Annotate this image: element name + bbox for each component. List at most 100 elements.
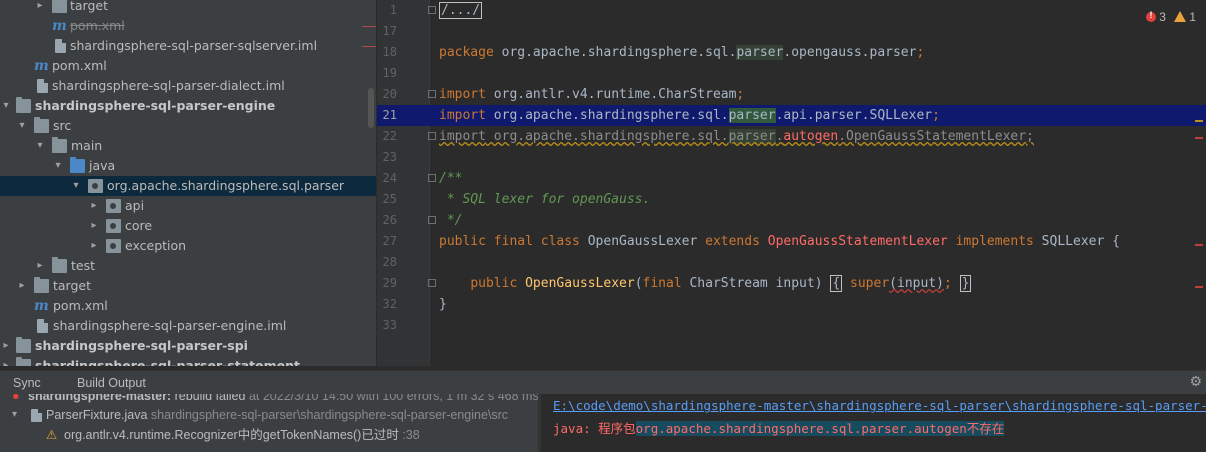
chevron-down-icon[interactable]: ▾ bbox=[70, 176, 82, 196]
folded-body-close[interactable]: } bbox=[959, 275, 972, 292]
tree-item-parser-statement[interactable]: ▸ shardingsphere-sql-parser-statement bbox=[0, 356, 376, 366]
line-number: 33 bbox=[382, 318, 397, 332]
tab-build-output[interactable]: Build Output bbox=[77, 371, 146, 395]
tree-item-target[interactable]: ▸ target bbox=[0, 0, 376, 16]
code-line[interactable]: 24 /** bbox=[377, 168, 1206, 189]
tree-item-target[interactable]: ▸ target bbox=[0, 276, 376, 296]
change-marker bbox=[362, 46, 376, 47]
tree-item-main[interactable]: ▾ main bbox=[0, 136, 376, 156]
package-icon bbox=[106, 199, 121, 213]
line-number: 17 bbox=[382, 24, 397, 38]
chevron-right-icon[interactable]: ▸ bbox=[34, 0, 46, 16]
chevron-down-icon[interactable]: ▾ bbox=[0, 96, 12, 116]
fold-minus-icon[interactable] bbox=[428, 90, 436, 98]
tree-item-src[interactable]: ▾ src bbox=[0, 116, 376, 136]
tree-item-package-parser[interactable]: ▾ org.apache.shardingsphere.sql.parser bbox=[0, 176, 376, 196]
code-line[interactable]: 32 } bbox=[377, 294, 1206, 315]
error-stripe[interactable] bbox=[1195, 137, 1203, 139]
folder-icon bbox=[34, 117, 49, 133]
fold-minus-icon[interactable] bbox=[428, 174, 436, 182]
tree-item-pom-xml[interactable]: m pom.xml bbox=[0, 296, 376, 316]
line-number: 26 bbox=[382, 213, 397, 227]
code-line[interactable]: 20 import org.antlr.v4.runtime.CharStrea… bbox=[377, 84, 1206, 105]
source-path-link[interactable]: E:\code\demo\shardingsphere-master\shard… bbox=[553, 398, 1206, 413]
warning-stripe[interactable] bbox=[1195, 120, 1203, 122]
folded-body-open[interactable]: { bbox=[830, 275, 843, 292]
line-number: 28 bbox=[382, 255, 397, 269]
fold-plus-icon[interactable] bbox=[428, 279, 436, 287]
error-count[interactable]: 3 bbox=[1145, 10, 1166, 24]
code-line-current[interactable]: 21 import org.apache.shardingsphere.sql.… bbox=[377, 105, 1206, 126]
project-tree: ▸ target m pom.xml shardingsphere-sql-pa… bbox=[0, 0, 376, 366]
build-file-row[interactable]: ▾ ParserFixture.java shardingsphere-sql-… bbox=[0, 405, 538, 425]
build-toolwindow-header: Sync Build Output ⚙ bbox=[0, 370, 1206, 395]
code-line[interactable]: 28 bbox=[377, 252, 1206, 273]
code-line[interactable]: 25 * SQL lexer for openGauss. bbox=[377, 189, 1206, 210]
build-console[interactable]: E:\code\demo\shardingsphere-master\shard… bbox=[541, 394, 1206, 452]
maven-icon: m bbox=[52, 18, 67, 34]
code-line[interactable]: 23 bbox=[377, 147, 1206, 168]
code-line[interactable]: 17 bbox=[377, 21, 1206, 42]
tree-item-pom-xml[interactable]: m pom.xml bbox=[0, 16, 376, 36]
chevron-right-icon[interactable]: ▸ bbox=[34, 256, 46, 276]
code-line[interactable]: 27 public final class OpenGaussLexer ext… bbox=[377, 231, 1206, 252]
line-number: 20 bbox=[382, 87, 397, 101]
folded-header[interactable]: /.../ bbox=[439, 2, 483, 19]
tree-scrollbar[interactable] bbox=[368, 88, 374, 128]
error-stripe[interactable] bbox=[1195, 286, 1203, 288]
inspection-widget[interactable]: 3 1 bbox=[1145, 10, 1196, 24]
chevron-right-icon[interactable]: ▸ bbox=[88, 236, 100, 256]
tree-item-java[interactable]: ▾ java bbox=[0, 156, 376, 176]
chevron-down-icon[interactable]: ▾ bbox=[34, 136, 46, 156]
tree-item-pom-xml[interactable]: m pom.xml bbox=[0, 56, 376, 76]
chevron-right-icon[interactable]: ▸ bbox=[0, 336, 12, 356]
tab-sync[interactable]: Sync bbox=[13, 371, 41, 395]
gear-icon[interactable]: ⚙ bbox=[1189, 374, 1202, 390]
tree-item-sqlserver-iml[interactable]: shardingsphere-sql-parser-sqlserver.iml bbox=[0, 36, 376, 56]
code-line[interactable]: 33 bbox=[377, 315, 1206, 336]
code-line[interactable]: 1 /.../ bbox=[377, 0, 1206, 21]
editor-scrollbar[interactable] bbox=[1192, 0, 1206, 366]
error-stripe[interactable] bbox=[1195, 244, 1203, 246]
tree-item-api[interactable]: ▸ api bbox=[0, 196, 376, 216]
fold-plus-icon[interactable] bbox=[428, 6, 436, 14]
tree-item-exception[interactable]: ▸ exception bbox=[0, 236, 376, 256]
module-folder-icon bbox=[16, 337, 31, 353]
chevron-down-icon[interactable]: ▾ bbox=[52, 156, 64, 176]
tree-item-parser-spi[interactable]: ▸ shardingsphere-sql-parser-spi bbox=[0, 336, 376, 356]
fold-minus-icon[interactable] bbox=[428, 132, 436, 140]
folder-icon bbox=[52, 137, 67, 153]
code-editor[interactable]: 1 /.../ 17 18 package org.apache.shardin… bbox=[377, 0, 1206, 366]
source-folder-icon bbox=[70, 157, 85, 173]
chevron-right-icon[interactable]: ▸ bbox=[0, 356, 12, 366]
folder-icon bbox=[52, 0, 67, 13]
java-file-icon bbox=[31, 409, 42, 422]
line-number: 21 bbox=[382, 108, 397, 122]
code-line[interactable]: 29 public OpenGaussLexer(final CharStrea… bbox=[377, 273, 1206, 294]
tree-item-parser-engine[interactable]: ▾ shardingsphere-sql-parser-engine bbox=[0, 96, 376, 116]
change-marker bbox=[362, 26, 376, 27]
maven-icon: m bbox=[34, 298, 49, 314]
package-icon bbox=[106, 239, 121, 253]
chevron-right-icon[interactable]: ▸ bbox=[88, 216, 100, 236]
tree-item-engine-iml[interactable]: shardingsphere-sql-parser-engine.iml bbox=[0, 316, 376, 336]
chevron-right-icon[interactable]: ▸ bbox=[16, 276, 28, 296]
code-line[interactable]: 18 package org.apache.shardingsphere.sql… bbox=[377, 42, 1206, 63]
line-number: 24 bbox=[382, 171, 397, 185]
line-number: 27 bbox=[382, 234, 397, 248]
build-warning-row[interactable]: ⚠ org.antlr.v4.runtime.Recognizer中的getTo… bbox=[0, 425, 538, 445]
fold-minus-icon[interactable] bbox=[428, 216, 436, 224]
code-line[interactable]: 26 */ bbox=[377, 210, 1206, 231]
chevron-down-icon[interactable]: ▾ bbox=[16, 116, 28, 136]
code-line[interactable]: 19 bbox=[377, 63, 1206, 84]
package-icon bbox=[106, 219, 121, 233]
tree-item-dialect-iml[interactable]: shardingsphere-sql-parser-dialect.iml bbox=[0, 76, 376, 96]
file-icon bbox=[37, 79, 48, 93]
module-folder-icon bbox=[16, 97, 31, 113]
tree-item-test[interactable]: ▸ test bbox=[0, 256, 376, 276]
chevron-right-icon[interactable]: ▸ bbox=[88, 196, 100, 216]
chevron-down-icon[interactable]: ▾ bbox=[12, 405, 17, 425]
line-number: 23 bbox=[382, 150, 397, 164]
code-line[interactable]: 22 import org.apache.shardingsphere.sql.… bbox=[377, 126, 1206, 147]
tree-item-core[interactable]: ▸ core bbox=[0, 216, 376, 236]
